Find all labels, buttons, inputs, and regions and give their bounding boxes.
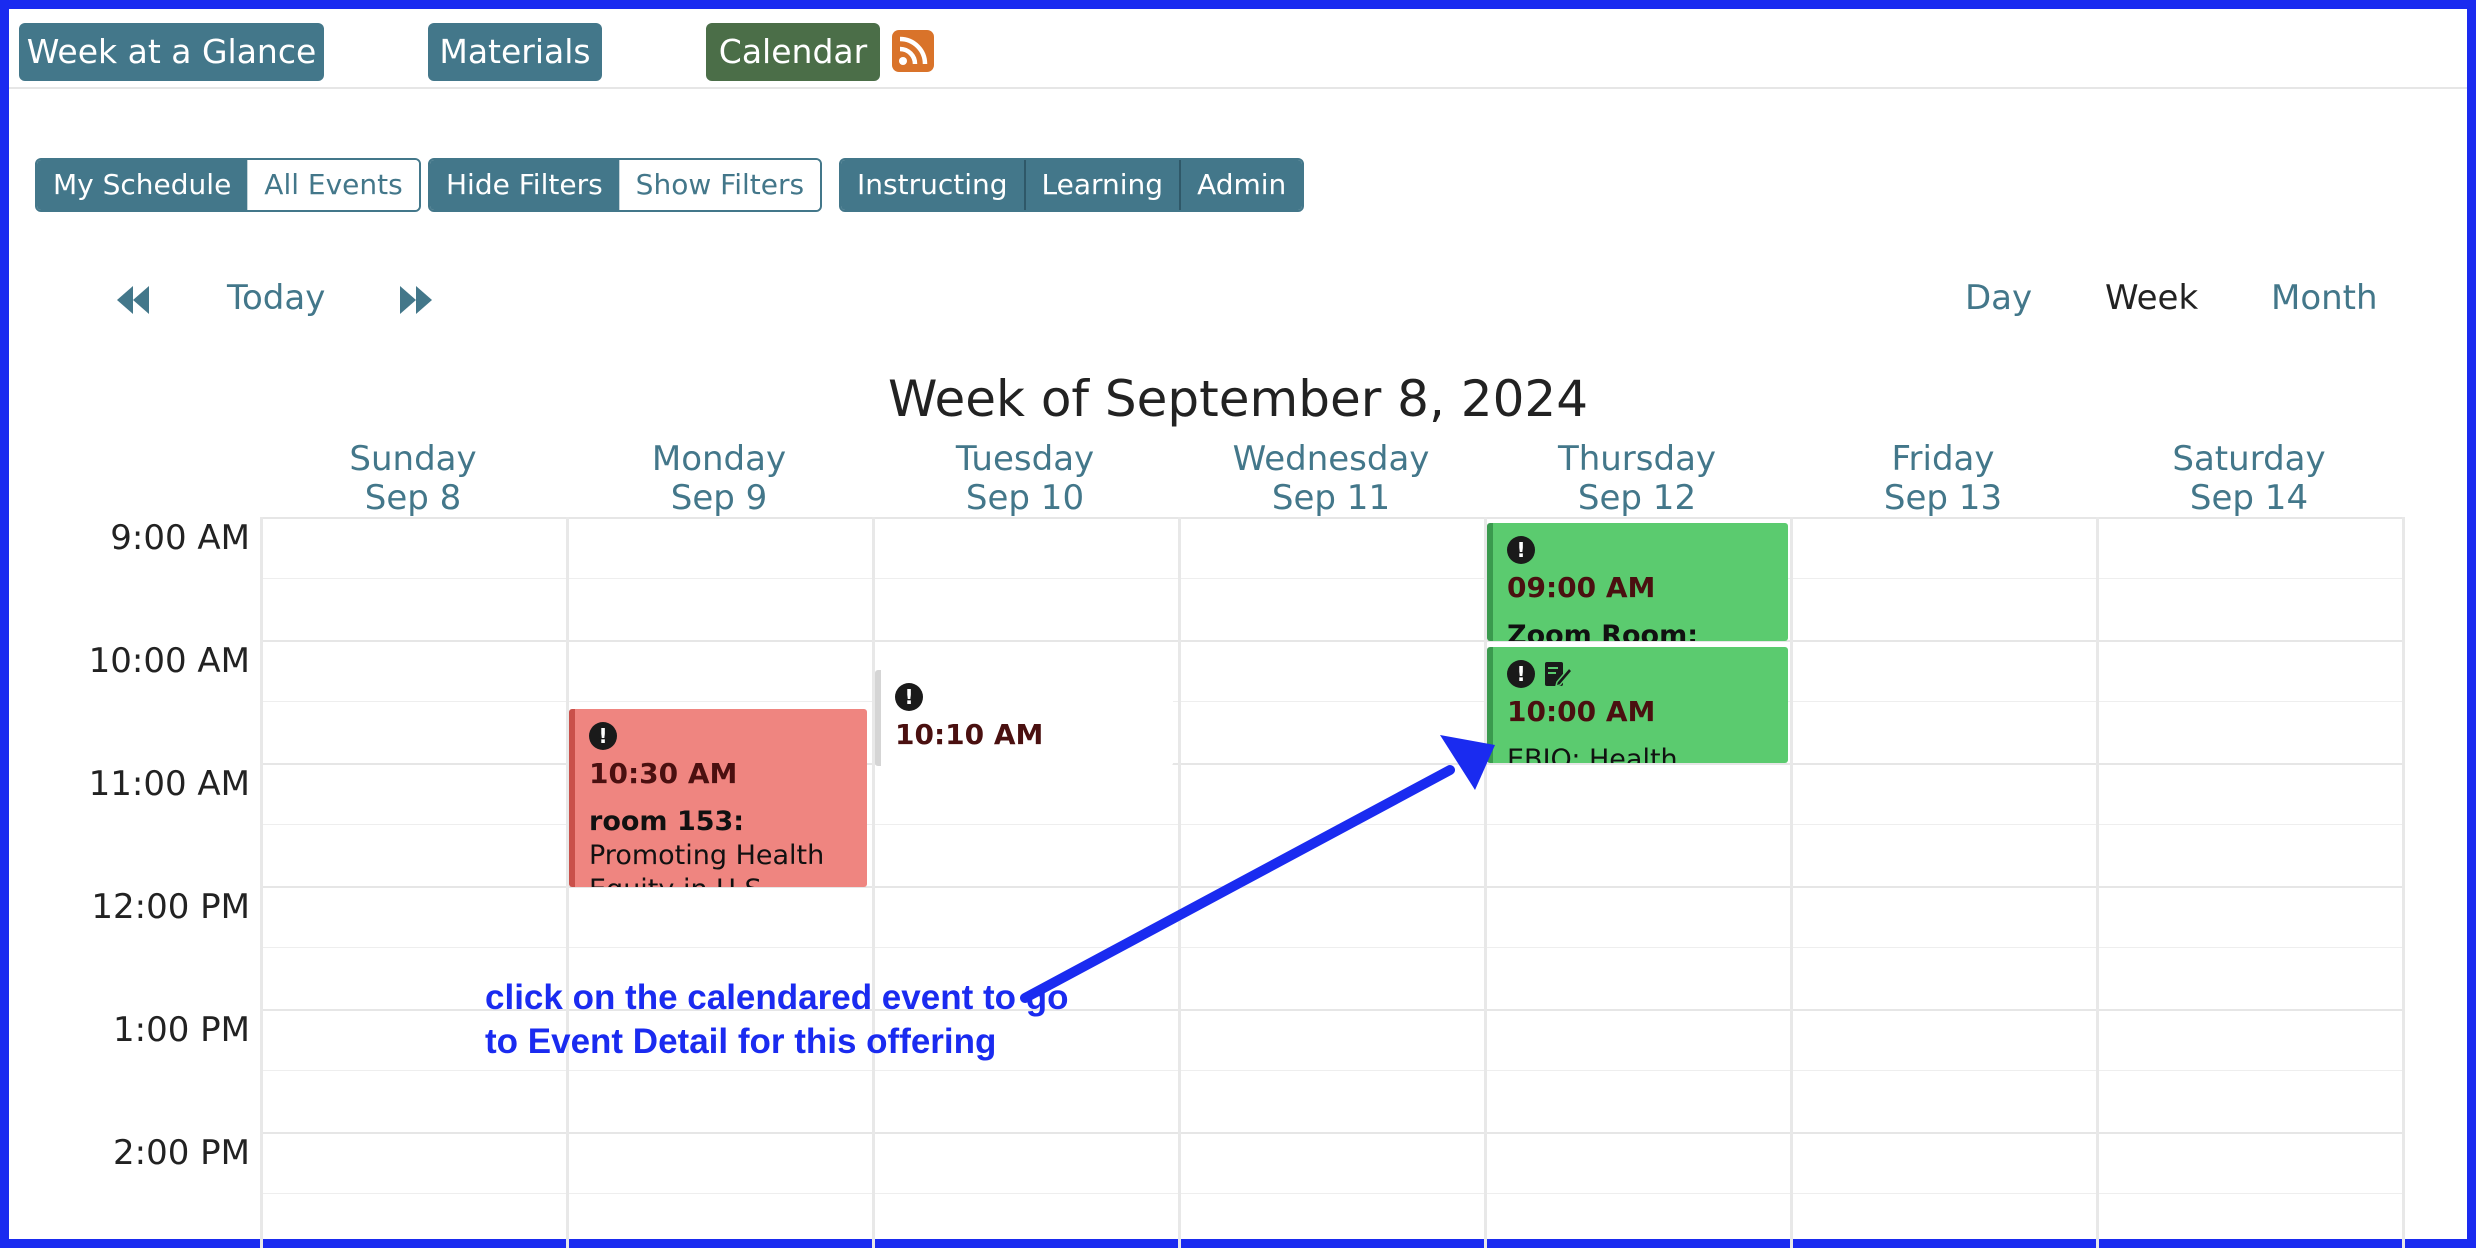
grid-column-line — [2402, 517, 2405, 1248]
top-nav: Week at a Glance Materials Calendar — [9, 9, 2467, 89]
day-date: Sep 12 — [1577, 478, 1697, 518]
grid-line — [260, 517, 2405, 519]
event-thursday-0900[interactable]: ! 09:00 AM Zoom Room: — [1487, 523, 1788, 641]
day-header-thursday[interactable]: Thursday Sep 12 — [1484, 440, 1790, 518]
day-date: Sep 13 — [1883, 478, 2003, 518]
all-events-button[interactable]: All Events — [247, 160, 419, 210]
day-name: Wednesday — [1232, 439, 1430, 479]
annotation-text: click on the calendared event to go to E… — [485, 978, 1069, 1061]
day-date: Sep 8 — [364, 478, 462, 518]
view-month-button[interactable]: Month — [2271, 278, 2378, 318]
double-left-arrow-icon[interactable] — [113, 282, 153, 318]
learning-button[interactable]: Learning — [1023, 160, 1180, 210]
calendar-title: Week of September 8, 2024 — [887, 370, 1589, 428]
alert-icon: ! — [895, 683, 923, 711]
hide-filters-button[interactable]: Hide Filters — [430, 160, 619, 210]
grid-column-line — [2096, 517, 2099, 1248]
admin-button[interactable]: Admin — [1179, 160, 1303, 210]
day-name: Friday — [1891, 439, 1995, 479]
day-date: Sep 10 — [965, 478, 1085, 518]
double-right-arrow-icon[interactable] — [396, 282, 436, 318]
show-filters-button[interactable]: Show Filters — [618, 160, 821, 210]
event-title: Promoting Health Equity in U.S. — [589, 840, 825, 887]
time-label: 10:00 AM — [88, 641, 250, 681]
event-time: 10:30 AM — [589, 757, 738, 790]
grid-line — [260, 640, 2405, 642]
time-label: 12:00 PM — [91, 887, 250, 927]
grid-column-line — [1790, 517, 1793, 1248]
grid-line — [260, 1193, 2405, 1194]
time-label: 2:00 PM — [113, 1133, 250, 1173]
edit-document-icon — [1545, 662, 1573, 688]
filters-toggle-group: Hide Filters Show Filters — [428, 158, 823, 212]
day-name: Monday — [651, 439, 787, 479]
alert-icon: ! — [589, 722, 617, 750]
grid-column-line — [872, 517, 875, 1248]
day-header-saturday[interactable]: Saturday Sep 14 — [2096, 440, 2402, 518]
grid-column-line — [260, 517, 263, 1248]
event-room: Zoom Room: — [1507, 620, 1699, 641]
day-name: Saturday — [2172, 439, 2326, 479]
event-time: 10:00 AM — [1507, 695, 1656, 728]
event-title: EBIO: Health Impact — [1507, 744, 1678, 763]
grid-line — [260, 947, 2405, 948]
schedule-toggle-group: My Schedule All Events — [35, 158, 421, 212]
event-icons: ! — [1507, 535, 1774, 565]
day-date: Sep 9 — [670, 478, 768, 518]
time-label: 11:00 AM — [88, 764, 250, 804]
calendar-button[interactable]: Calendar — [706, 23, 880, 81]
alert-icon: ! — [1507, 660, 1535, 688]
time-label: 9:00 AM — [110, 518, 250, 558]
day-header-monday[interactable]: Monday Sep 9 — [566, 440, 872, 518]
rss-feed-icon[interactable] — [892, 30, 934, 72]
event-thursday-1000[interactable]: ! 10:00 AM EBIO: Health Impact — [1487, 647, 1788, 763]
grid-line — [260, 1132, 2405, 1134]
day-header-friday[interactable]: Friday Sep 13 — [1790, 440, 2096, 518]
grid-line — [260, 701, 2405, 702]
day-name: Thursday — [1557, 439, 1717, 479]
materials-button[interactable]: Materials — [428, 23, 602, 81]
instructing-button[interactable]: Instructing — [841, 160, 1024, 210]
event-icons: ! — [589, 721, 853, 751]
event-time: 10:10 AM — [895, 718, 1044, 751]
alert-icon: ! — [1507, 536, 1535, 564]
event-icons: ! — [895, 682, 1159, 712]
day-header-wednesday[interactable]: Wednesday Sep 11 — [1178, 440, 1484, 518]
day-date: Sep 11 — [1271, 478, 1391, 518]
grid-line — [260, 578, 2405, 579]
grid-line — [260, 1070, 2405, 1071]
view-week-button[interactable]: Week — [2105, 278, 2198, 318]
day-date: Sep 14 — [2189, 478, 2309, 518]
time-label: 1:00 PM — [113, 1010, 250, 1050]
day-header-tuesday[interactable]: Tuesday Sep 10 — [872, 440, 1178, 518]
grid-column-line — [1178, 517, 1181, 1248]
day-name: Tuesday — [955, 439, 1095, 479]
today-button[interactable]: Today — [227, 278, 325, 318]
event-tuesday-1010[interactable]: ! 10:10 AM — [875, 670, 1173, 766]
view-day-button[interactable]: Day — [1965, 278, 2032, 318]
event-icons: ! — [1507, 659, 1774, 689]
my-schedule-button[interactable]: My Schedule — [37, 160, 248, 210]
event-time: 09:00 AM — [1507, 571, 1656, 604]
day-header-sunday[interactable]: Sunday Sep 8 — [260, 440, 566, 518]
week-at-a-glance-button[interactable]: Week at a Glance — [19, 23, 324, 81]
role-toggle-group: Instructing Learning Admin — [839, 158, 1305, 212]
event-room: room 153: — [589, 806, 745, 837]
day-name: Sunday — [349, 439, 477, 479]
event-monday-1030[interactable]: ! 10:30 AM room 153: Promoting Health Eq… — [569, 709, 867, 887]
